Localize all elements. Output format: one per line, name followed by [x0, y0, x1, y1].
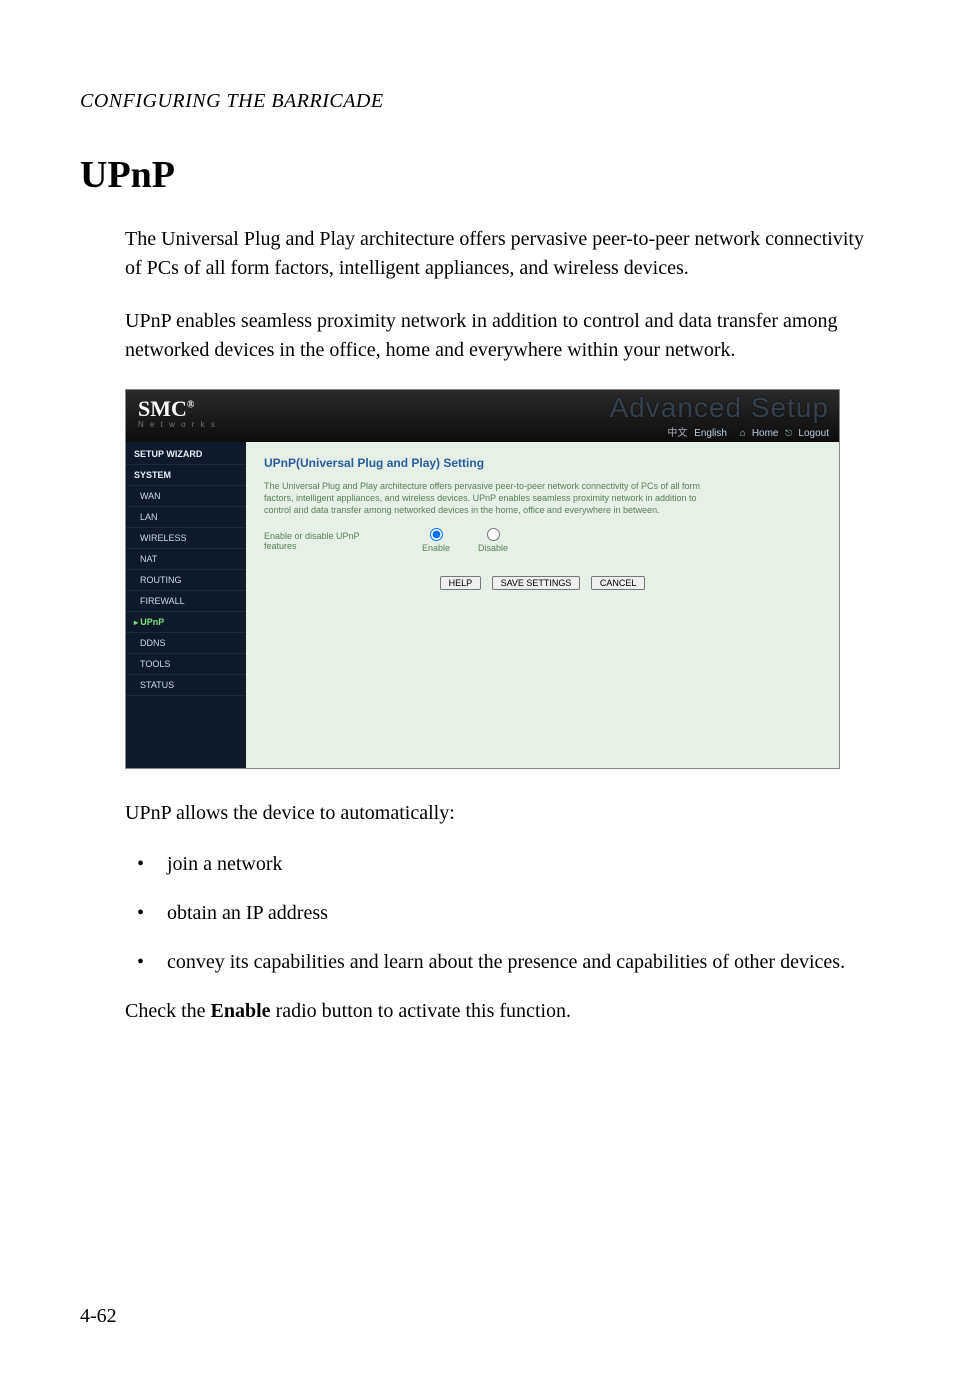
- brand-logo: SMC®: [138, 396, 194, 422]
- sidebar-nav: SETUP WIZARD SYSTEM WAN LAN WIRELESS NAT…: [126, 442, 246, 768]
- enable-post: radio button to activate this function.: [271, 1000, 572, 1022]
- enable-pre: Check the: [125, 1000, 211, 1022]
- intro-paragraph-1: The Universal Plug and Play architecture…: [125, 225, 874, 283]
- sidebar-item-setup-wizard[interactable]: SETUP WIZARD: [126, 444, 246, 465]
- running-head: CONFIGURING THE BARRICADE: [80, 90, 874, 113]
- sidebar-item-status[interactable]: STATUS: [126, 675, 246, 696]
- logout-link[interactable]: Logout: [798, 428, 829, 439]
- panel-buttons: HELP SAVE SETTINGS CANCEL: [264, 573, 821, 591]
- post-image-lead: UPnP allows the device to automatically:: [125, 799, 874, 828]
- sidebar-item-firewall[interactable]: FIREWALL: [126, 591, 246, 612]
- sidebar-item-system[interactable]: SYSTEM: [126, 465, 246, 486]
- header-watermark: Advanced Setup: [610, 392, 830, 424]
- screenshot-header: SMC® N e t w o r k s Advanced Setup 中文 E…: [126, 390, 839, 442]
- sidebar-item-nat[interactable]: NAT: [126, 549, 246, 570]
- sidebar-item-wan[interactable]: WAN: [126, 486, 246, 507]
- help-button[interactable]: HELP: [440, 576, 482, 590]
- brand-logo-reg: ®: [187, 400, 194, 411]
- intro-paragraph-2: UPnP enables seamless proximity network …: [125, 307, 874, 365]
- cancel-button[interactable]: CANCEL: [591, 576, 646, 590]
- radio-enable-label: Enable: [422, 543, 450, 553]
- radio-enable-input[interactable]: [430, 528, 443, 541]
- top-nav: 中文 English Home Logout: [663, 424, 829, 439]
- enable-bold: Enable: [211, 1000, 271, 1022]
- radio-enable[interactable]: Enable: [422, 528, 450, 553]
- radio-disable[interactable]: Disable: [478, 528, 508, 553]
- upnp-toggle-row: Enable or disable UPnP features Enable D…: [264, 528, 821, 553]
- radio-disable-input[interactable]: [487, 528, 500, 541]
- logout-icon: [785, 428, 794, 439]
- panel-description: The Universal Plug and Play architecture…: [264, 480, 714, 516]
- home-icon: [740, 428, 748, 439]
- sidebar-item-wireless[interactable]: WIRELESS: [126, 528, 246, 549]
- bullet-item: convey its capabilities and learn about …: [125, 948, 874, 977]
- radio-disable-label: Disable: [478, 543, 508, 553]
- sidebar-item-routing[interactable]: ROUTING: [126, 570, 246, 591]
- page-number: 4-62: [80, 1305, 117, 1328]
- home-link[interactable]: Home: [752, 428, 779, 439]
- page-title: UPnP: [80, 153, 874, 197]
- router-admin-screenshot: SMC® N e t w o r k s Advanced Setup 中文 E…: [125, 389, 840, 769]
- bullet-item: join a network: [125, 850, 874, 879]
- lang-link-en[interactable]: English: [694, 428, 727, 439]
- sidebar-item-lan[interactable]: LAN: [126, 507, 246, 528]
- main-panel: UPnP(Universal Plug and Play) Setting Th…: [246, 442, 839, 768]
- lang-link-cn[interactable]: 中文: [667, 428, 687, 439]
- enable-instruction: Check the Enable radio button to activat…: [125, 997, 874, 1026]
- sidebar-item-tools[interactable]: TOOLS: [126, 654, 246, 675]
- save-settings-button[interactable]: SAVE SETTINGS: [492, 576, 581, 590]
- feature-bullet-list: join a network obtain an IP address conv…: [125, 850, 874, 977]
- sidebar-item-ddns[interactable]: DDNS: [126, 633, 246, 654]
- brand-subtext: N e t w o r k s: [138, 420, 217, 429]
- panel-heading: UPnP(Universal Plug and Play) Setting: [264, 456, 821, 470]
- sidebar-item-upnp[interactable]: UPnP: [126, 612, 246, 633]
- brand-logo-text: SMC: [138, 396, 187, 421]
- bullet-item: obtain an IP address: [125, 899, 874, 928]
- upnp-toggle-label: Enable or disable UPnP features: [264, 531, 394, 551]
